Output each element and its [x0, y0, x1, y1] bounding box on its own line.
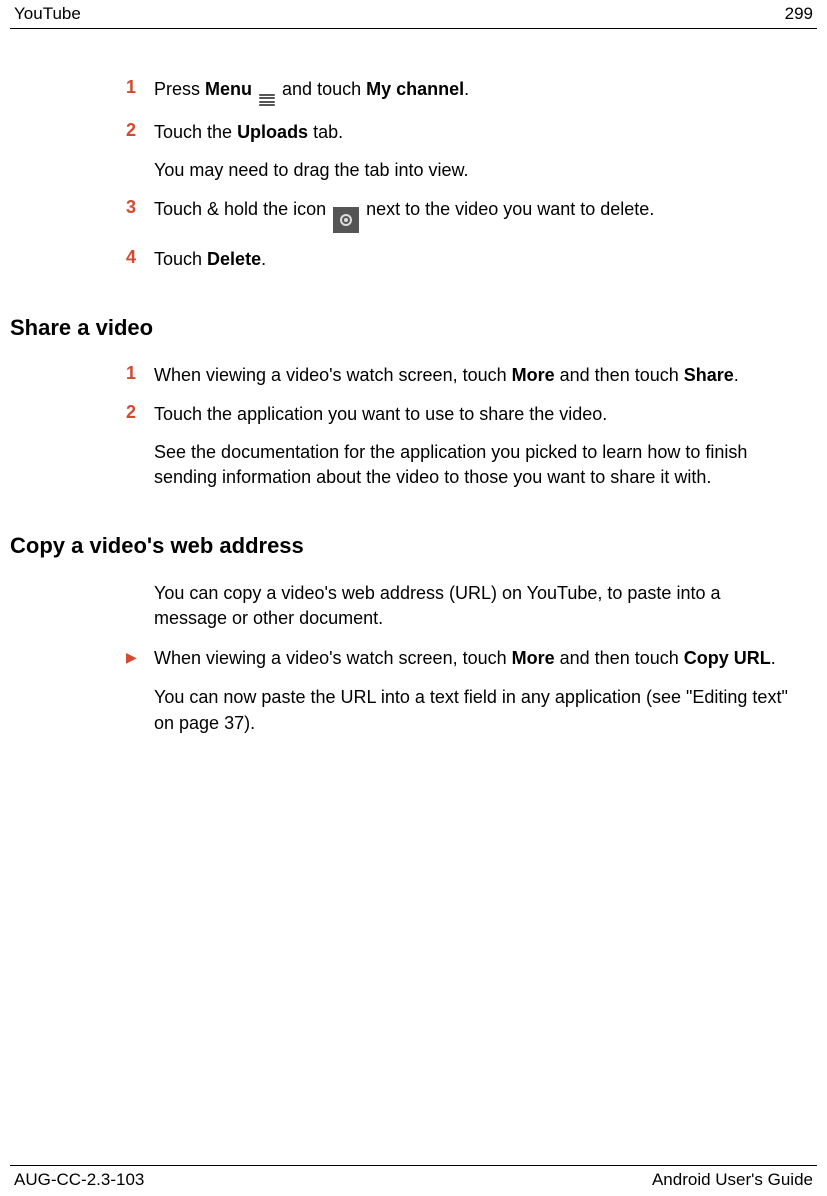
step-item: 3 Touch & hold the icon next to the vide… — [126, 197, 797, 233]
page-number: 299 — [785, 4, 813, 24]
text: and then touch — [555, 648, 684, 668]
text: and then touch — [555, 365, 684, 385]
step-text: Touch the Uploads tab. You may need to d… — [154, 120, 797, 183]
step-item: 4 Touch Delete. — [126, 247, 797, 273]
text: Touch — [154, 249, 207, 269]
triangle-bullet-icon: ▶ — [126, 646, 154, 672]
step-subtext: You may need to drag the tab into view. — [154, 158, 797, 184]
step-number: 4 — [126, 247, 154, 273]
footer-right: Android User's Guide — [652, 1170, 813, 1190]
step-number: 3 — [126, 197, 154, 233]
step-text: Touch the application you want to use to… — [154, 402, 797, 491]
step-item: 2 Touch the application you want to use … — [126, 402, 797, 491]
bold-text: More — [512, 365, 555, 385]
steps-group-1: 1 Press Menu and touch My channel. 2 Tou… — [126, 77, 797, 273]
page-header: YouTube 299 — [10, 4, 817, 29]
step-item: 1 Press Menu and touch My channel. — [126, 77, 797, 106]
text: . — [261, 249, 266, 269]
steps-group-2: 1 When viewing a video's watch screen, t… — [126, 363, 797, 491]
text: . — [464, 79, 469, 99]
page: YouTube 299 1 Press Menu and touch My ch… — [0, 0, 827, 1196]
bold-text: Copy URL — [684, 648, 771, 668]
text: next to the video you want to delete. — [361, 199, 654, 219]
text: Touch the — [154, 122, 237, 142]
heading-copy-url: Copy a video's web address — [10, 533, 817, 559]
step-subtext: See the documentation for the applicatio… — [154, 440, 797, 491]
text: tab. — [308, 122, 343, 142]
bold-text: Share — [684, 365, 734, 385]
step-number: 2 — [126, 402, 154, 491]
text: Touch the application you want to use to… — [154, 404, 607, 424]
text: and touch — [277, 79, 366, 99]
step-item: 2 Touch the Uploads tab. You may need to… — [126, 120, 797, 183]
header-left: YouTube — [14, 4, 81, 24]
footer-left: AUG-CC-2.3-103 — [14, 1170, 144, 1190]
step-number: 1 — [126, 77, 154, 106]
step-number: 2 — [126, 120, 154, 183]
bold-text: More — [512, 648, 555, 668]
text — [252, 79, 257, 99]
video-thumbnail-icon — [333, 207, 359, 233]
text: Touch & hold the icon — [154, 199, 331, 219]
bullet-item: ▶ When viewing a video's watch screen, t… — [126, 646, 797, 672]
text: Press — [154, 79, 205, 99]
intro-text: You can copy a video's web address (URL)… — [154, 581, 797, 632]
step-text: Touch Delete. — [154, 247, 797, 273]
text: When viewing a video's watch screen, tou… — [154, 648, 512, 668]
text: . — [734, 365, 739, 385]
bold-text: Delete — [207, 249, 261, 269]
step-text: When viewing a video's watch screen, tou… — [154, 363, 797, 389]
text: When viewing a video's watch screen, tou… — [154, 365, 512, 385]
menu-icon — [259, 94, 275, 106]
step-item: 1 When viewing a video's watch screen, t… — [126, 363, 797, 389]
page-content: 1 Press Menu and touch My channel. 2 Tou… — [10, 77, 817, 737]
step-text: Touch & hold the icon next to the video … — [154, 197, 797, 233]
step-number: 1 — [126, 363, 154, 389]
bullet-subtext: You can now paste the URL into a text fi… — [154, 685, 797, 736]
step-text: Press Menu and touch My channel. — [154, 77, 797, 106]
heading-share-video: Share a video — [10, 315, 817, 341]
text: . — [771, 648, 776, 668]
bullet-text: When viewing a video's watch screen, tou… — [154, 646, 797, 672]
bold-text: Uploads — [237, 122, 308, 142]
bold-text: Menu — [205, 79, 252, 99]
page-footer: AUG-CC-2.3-103 Android User's Guide — [10, 1165, 817, 1190]
bold-text: My channel — [366, 79, 464, 99]
